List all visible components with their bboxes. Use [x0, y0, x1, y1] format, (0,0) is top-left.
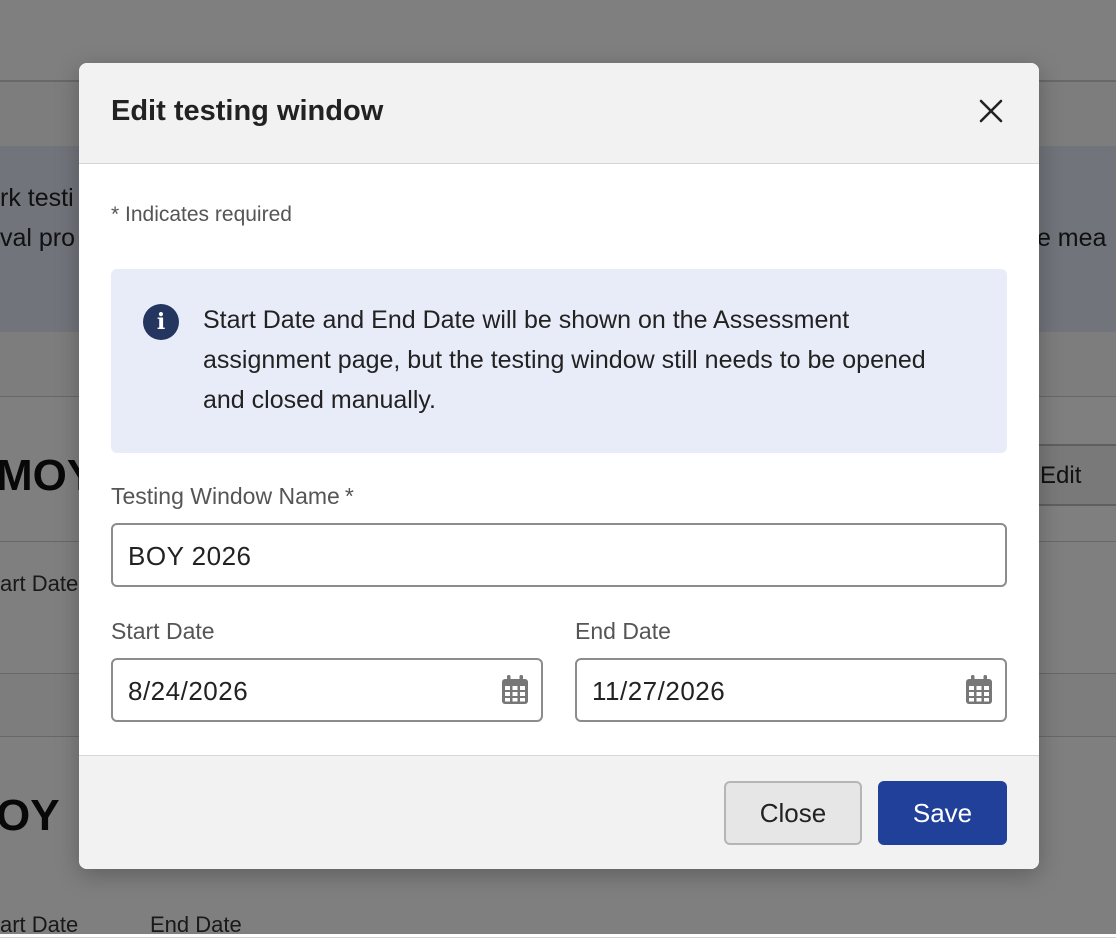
end-date-label: End Date [575, 618, 671, 644]
info-icon: i [143, 304, 179, 340]
calendar-icon[interactable] [965, 675, 993, 705]
modal-footer: Close Save [79, 755, 1039, 869]
end-date-value: 11/27/2026 [592, 676, 726, 706]
required-note: * Indicates required [111, 203, 292, 226]
testing-window-name-label-text: Testing Window Name [111, 483, 340, 509]
start-date-value: 8/24/2026 [128, 676, 249, 706]
close-icon[interactable] [973, 93, 1009, 129]
testing-window-name-value: BOY 2026 [128, 541, 252, 571]
save-button[interactable]: Save [878, 781, 1007, 845]
info-text: Start Date and End Date will be shown on… [203, 306, 926, 414]
close-button[interactable]: Close [724, 781, 862, 845]
start-date-input[interactable]: 8/24/2026 [111, 658, 543, 722]
modal-header: Edit testing window [79, 63, 1039, 164]
end-date-input[interactable]: 11/27/2026 [575, 658, 1007, 722]
required-marker: * [344, 483, 354, 509]
edit-testing-window-dialog: Edit testing window * Indicates required… [79, 63, 1039, 869]
start-date-label: Start Date [111, 618, 215, 644]
calendar-icon[interactable] [501, 675, 529, 705]
testing-window-name-input[interactable]: BOY 2026 [111, 523, 1007, 587]
testing-window-name-label: Testing Window Name * [111, 483, 354, 510]
info-alert: i Start Date and End Date will be shown … [111, 269, 1007, 453]
modal-title: Edit testing window [111, 95, 384, 127]
